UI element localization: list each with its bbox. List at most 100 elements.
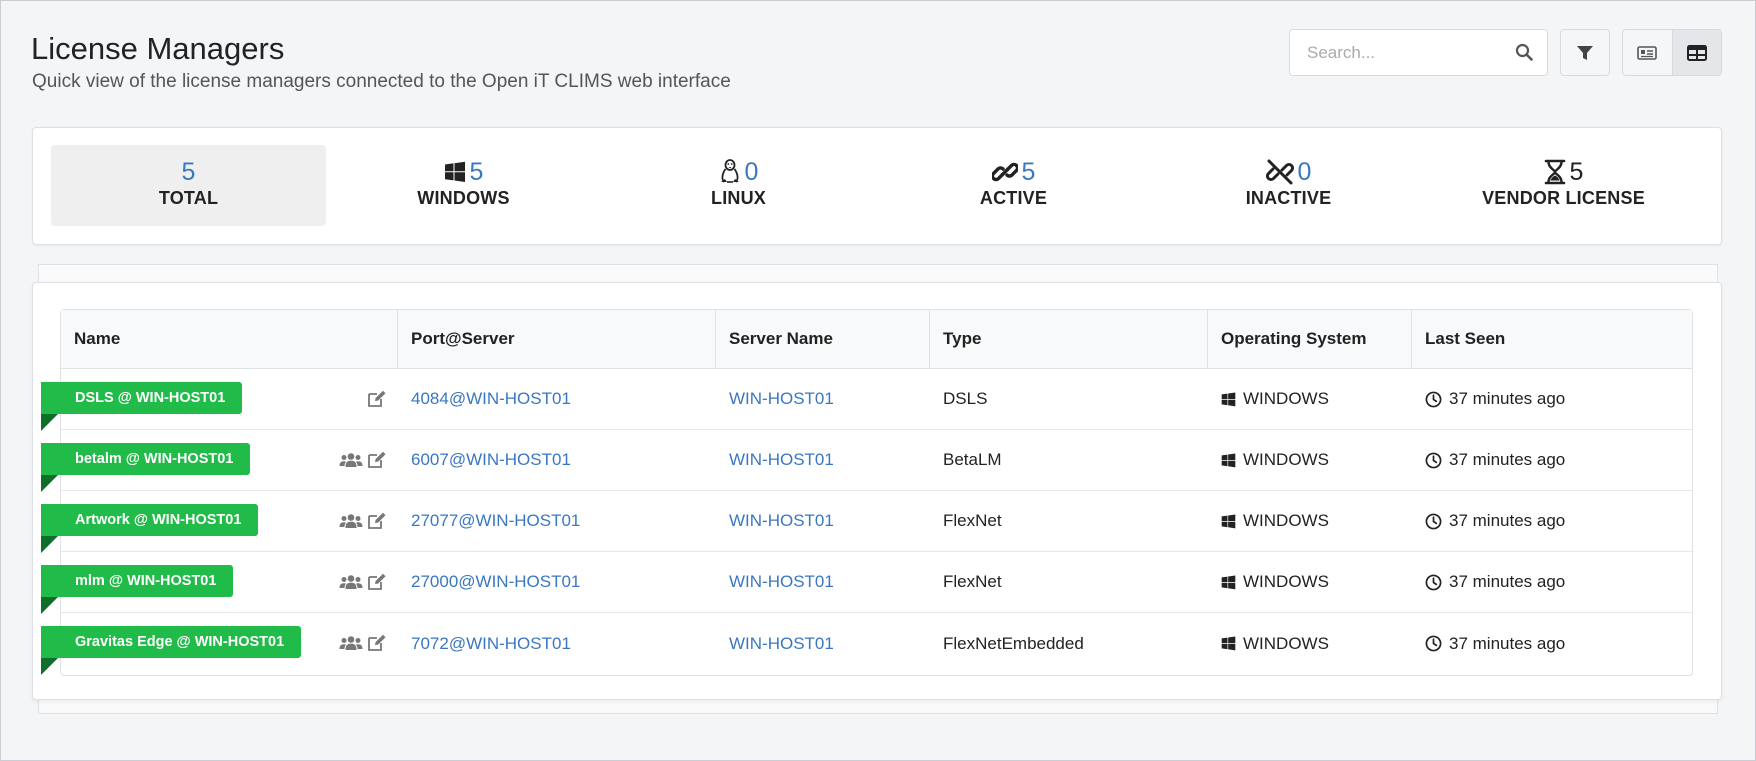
port-server-cell: 4084@WIN-HOST01 <box>398 369 716 429</box>
column-header-last-seen[interactable]: Last Seen <box>1412 310 1692 368</box>
port-server-cell: 6007@WIN-HOST01 <box>398 430 716 490</box>
clock-icon <box>1425 574 1442 590</box>
stat-total[interactable]: 5 TOTAL <box>51 145 326 226</box>
last-seen-cell: 37 minutes ago <box>1412 613 1692 674</box>
port-server-cell: 27077@WIN-HOST01 <box>398 491 716 551</box>
view-toggle[interactable] <box>1622 29 1722 76</box>
clock-icon <box>1425 513 1442 529</box>
last-seen-cell: 37 minutes ago <box>1412 491 1692 551</box>
name-cell: DSLS @ WIN-HOST01 <box>41 369 398 431</box>
table-row: Artwork @ WIN-HOST01 27077@WIN-HOST01 WI… <box>41 491 1692 553</box>
clock-icon <box>1425 452 1442 468</box>
edit-icon[interactable] <box>367 390 387 408</box>
license-manager-name-ribbon[interactable]: DSLS @ WIN-HOST01 <box>41 382 243 414</box>
row-actions <box>332 510 387 532</box>
edit-icon[interactable] <box>367 634 387 652</box>
table-view-button[interactable] <box>1671 30 1721 75</box>
os-cell: WINDOWS <box>1208 613 1412 674</box>
table-view-icon <box>1686 44 1707 61</box>
inactive-label: INACTIVE <box>1245 188 1332 208</box>
linux-count: 0 <box>744 157 759 186</box>
users-icon[interactable] <box>339 574 363 590</box>
page-title: License Managers <box>31 31 285 66</box>
edit-icon[interactable] <box>367 451 387 469</box>
windows-icon <box>1221 636 1236 651</box>
windows-icon <box>1221 514 1236 528</box>
link-icon <box>991 162 1018 182</box>
license-manager-name-ribbon[interactable]: Artwork @ WIN-HOST01 <box>41 504 259 536</box>
column-header-server-name[interactable]: Server Name <box>716 310 930 368</box>
os-label: WINDOWS <box>1243 450 1329 469</box>
ribbon-fold <box>41 414 58 431</box>
port-server-link[interactable]: 4084@WIN-HOST01 <box>411 389 571 409</box>
os-label: WINDOWS <box>1243 511 1329 530</box>
table-row: Gravitas Edge @ WIN-HOST01 7072@WIN-HOST… <box>41 613 1692 675</box>
ribbon-fold <box>41 658 58 675</box>
stat-vendor-license[interactable]: 5 VENDOR LICENSE <box>1426 145 1701 226</box>
port-server-link[interactable]: 27077@WIN-HOST01 <box>411 511 580 531</box>
active-count: 5 <box>1021 157 1036 186</box>
port-server-link[interactable]: 6007@WIN-HOST01 <box>411 450 571 470</box>
vendor-license-label: VENDOR LICENSE <box>1482 188 1645 208</box>
linux-icon <box>720 159 739 183</box>
table-header: Name Port@Server Server Name Type Operat… <box>61 310 1692 369</box>
stat-inactive[interactable]: 0 INACTIVE <box>1151 145 1426 226</box>
page-subtitle: Quick view of the license managers conne… <box>32 71 731 92</box>
column-header-type[interactable]: Type <box>930 310 1208 368</box>
name-cell: Artwork @ WIN-HOST01 <box>41 491 398 553</box>
port-server-cell: 7072@WIN-HOST01 <box>398 613 716 674</box>
edit-icon[interactable] <box>367 573 387 591</box>
os-label: WINDOWS <box>1243 389 1329 408</box>
active-label: ACTIVE <box>979 188 1048 208</box>
server-name-cell: WIN-HOST01 <box>716 430 930 490</box>
port-server-link[interactable]: 7072@WIN-HOST01 <box>411 634 571 654</box>
search-box[interactable] <box>1289 29 1548 76</box>
table-row: mlm @ WIN-HOST01 27000@WIN-HOST01 WIN-HO… <box>41 552 1692 614</box>
users-icon[interactable] <box>339 635 363 651</box>
edit-icon[interactable] <box>367 512 387 530</box>
filter-icon <box>1577 45 1593 60</box>
stat-active[interactable]: 5 ACTIVE <box>876 145 1151 226</box>
row-actions <box>332 449 387 471</box>
server-name-link[interactable]: WIN-HOST01 <box>729 572 834 592</box>
license-manager-name-ribbon[interactable]: Gravitas Edge @ WIN-HOST01 <box>41 626 302 658</box>
license-manager-name-ribbon[interactable]: mlm @ WIN-HOST01 <box>41 565 234 597</box>
windows-count: 5 <box>469 157 484 186</box>
license-manager-name-ribbon[interactable]: betalm @ WIN-HOST01 <box>41 443 251 475</box>
os-cell: WINDOWS <box>1208 491 1412 551</box>
windows-icon <box>1221 575 1236 589</box>
port-server-link[interactable]: 27000@WIN-HOST01 <box>411 572 580 592</box>
unlink-icon <box>1265 159 1294 185</box>
table-row: DSLS @ WIN-HOST01 4084@WIN-HOST01 WIN-HO… <box>41 369 1692 431</box>
server-name-link[interactable]: WIN-HOST01 <box>729 389 834 409</box>
ribbon-fold <box>41 475 58 492</box>
last-seen-cell: 37 minutes ago <box>1412 552 1692 612</box>
server-name-link[interactable]: WIN-HOST01 <box>729 450 834 470</box>
search-input[interactable] <box>1290 42 1500 63</box>
column-header-port-server[interactable]: Port@Server <box>398 310 716 368</box>
column-header-operating-system[interactable]: Operating System <box>1208 310 1412 368</box>
server-name-link[interactable]: WIN-HOST01 <box>729 634 834 654</box>
total-count: 5 <box>181 157 196 186</box>
card-view-button[interactable] <box>1623 30 1672 75</box>
users-icon[interactable] <box>339 452 363 468</box>
last-seen-cell: 37 minutes ago <box>1412 369 1692 429</box>
column-header-name[interactable]: Name <box>61 310 398 368</box>
os-label: WINDOWS <box>1243 633 1329 653</box>
type-cell: DSLS <box>943 389 988 408</box>
summary-card: 5 TOTAL 5 WINDOWS 0 LINUX 5 ACTIVE 0 INA… <box>32 127 1722 245</box>
total-label: TOTAL <box>158 188 219 208</box>
search-icon[interactable] <box>1515 43 1533 61</box>
stat-windows[interactable]: 5 WINDOWS <box>326 145 601 226</box>
server-name-cell: WIN-HOST01 <box>716 369 930 429</box>
os-cell: WINDOWS <box>1208 369 1412 429</box>
row-actions <box>332 571 387 593</box>
users-icon[interactable] <box>339 513 363 529</box>
stat-linux[interactable]: 0 LINUX <box>601 145 876 226</box>
inactive-count: 0 <box>1297 157 1312 186</box>
last-seen-text: 37 minutes ago <box>1449 389 1566 408</box>
filter-button[interactable] <box>1560 29 1610 76</box>
type-cell: FlexNet <box>943 572 1002 591</box>
vendor-license-count: 5 <box>1569 157 1584 186</box>
server-name-link[interactable]: WIN-HOST01 <box>729 511 834 531</box>
